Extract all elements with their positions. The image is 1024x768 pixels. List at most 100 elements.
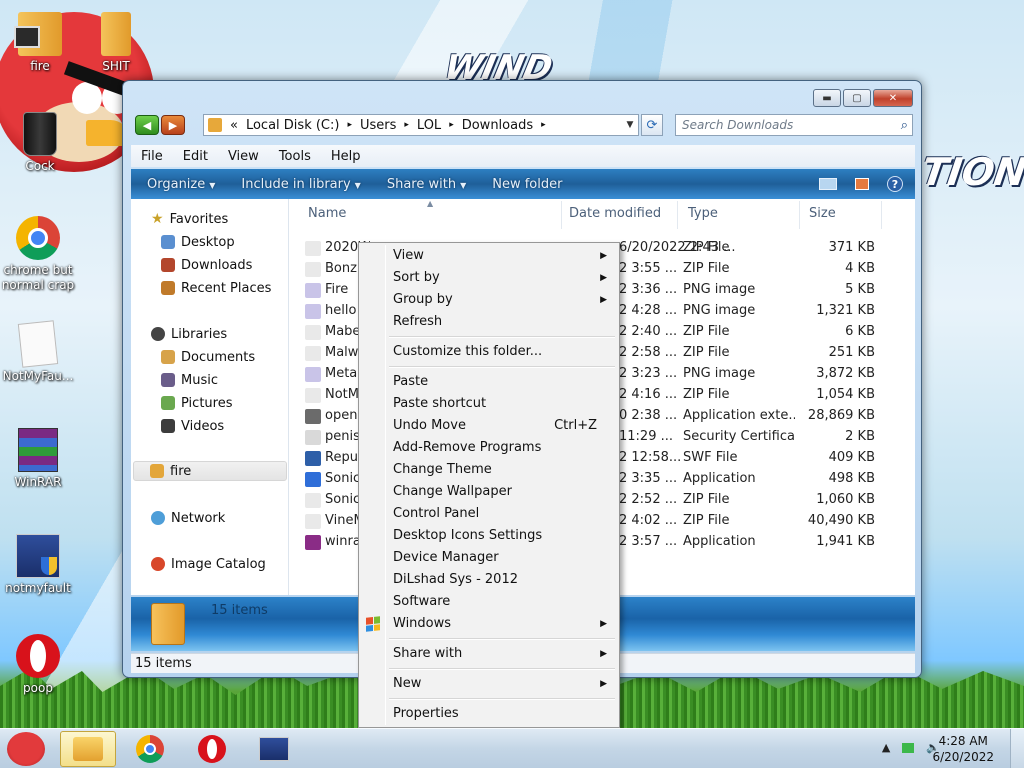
refresh-button[interactable]: ⟳ — [641, 114, 663, 136]
breadcrumb-overflow[interactable]: « — [230, 118, 238, 133]
file-size: 40,490 KB — [807, 513, 875, 528]
menu-item-share-with[interactable]: Share with ▶ — [361, 643, 617, 665]
breadcrumb-sep-icon[interactable]: ▸ — [449, 120, 454, 130]
nav-favorites[interactable]: ★ Favorites — [151, 209, 228, 229]
desktop-icon-notmyfault[interactable]: notmyfault — [0, 534, 78, 596]
menu-item-refresh[interactable]: Refresh — [361, 311, 617, 333]
search-icon[interactable]: ⌕ — [901, 118, 908, 133]
change-view-icon[interactable] — [819, 178, 837, 190]
desktop-icon-chrome[interactable]: chrome but normal crap — [0, 216, 78, 293]
taskbar-app[interactable] — [246, 731, 302, 767]
address-bar[interactable]: « Local Disk (C:) ▸ Users ▸ LOL ▸ Downlo… — [203, 114, 639, 136]
menu-item-sort-by[interactable]: Sort by ▶ — [361, 267, 617, 289]
show-desktop-button[interactable] — [1010, 729, 1024, 768]
documents-icon — [161, 350, 175, 364]
menu-item-change-wallpaper[interactable]: Change Wallpaper — [361, 481, 617, 503]
taskbar-opera[interactable] — [184, 731, 240, 767]
nav-fire[interactable]: fire — [133, 461, 287, 481]
menu-item-windows[interactable]: Windows ▶ — [361, 613, 617, 635]
desktop-icon-label: chrome but normal crap — [1, 263, 75, 292]
file-size: 1,941 KB — [816, 534, 875, 549]
nav-network[interactable]: Network — [151, 508, 225, 528]
minimize-button[interactable]: ▬ — [813, 89, 841, 107]
menu-file[interactable]: File — [131, 149, 173, 164]
menu-item-view[interactable]: View ▶ — [361, 245, 617, 267]
menu-help[interactable]: Help — [321, 149, 371, 164]
menu-item-paste-shortcut[interactable]: Paste shortcut — [361, 393, 617, 415]
include-in-library-button[interactable]: Include in library ▼ — [225, 177, 370, 192]
file-date: 2 3:35 ... — [619, 471, 678, 486]
column-header-type[interactable]: Type — [688, 206, 718, 221]
desktop-icon-notmyfau[interactable]: NotMyFau... — [0, 320, 78, 384]
desktop-icon-winrar[interactable]: WinRAR — [0, 428, 78, 490]
search-input[interactable]: Search Downloads ⌕ — [675, 114, 913, 136]
menu-item-undo-move[interactable]: Undo Move Ctrl+Z — [361, 415, 617, 437]
forward-button[interactable]: ▶ — [161, 115, 185, 135]
menu-item-control-panel[interactable]: Control Panel — [361, 503, 617, 525]
chevron-down-icon[interactable]: ▼ — [622, 120, 638, 130]
clock[interactable]: 4:28 AM 6/20/2022 — [932, 733, 994, 765]
back-button[interactable]: ◀ — [135, 115, 159, 135]
nav-image-catalog[interactable]: Image Catalog — [151, 554, 266, 574]
column-header-date[interactable]: Date modified — [569, 206, 661, 221]
start-button[interactable] — [0, 729, 52, 768]
submenu-arrow-icon: ▶ — [600, 251, 607, 261]
nav-videos[interactable]: Videos — [161, 416, 224, 436]
column-header-size[interactable]: Size — [809, 206, 836, 221]
file-type: Security Certifica... — [683, 429, 795, 444]
desktop-icon — [161, 235, 175, 249]
menu-view[interactable]: View — [218, 149, 269, 164]
search-placeholder: Search Downloads — [682, 118, 794, 132]
sort-arrow-icon: ▲ — [427, 199, 434, 208]
column-header-name[interactable]: Name — [308, 206, 346, 221]
breadcrumb-local-disk[interactable]: Local Disk (C:) — [246, 118, 339, 133]
desktop-icon-label: NotMyFau... — [2, 369, 74, 383]
menu-item-properties[interactable]: Properties — [361, 703, 617, 725]
menu-item-change-theme[interactable]: Change Theme — [361, 459, 617, 481]
file-size: 2 KB — [845, 429, 875, 444]
menu-item-add-remove-programs[interactable]: Add-Remove Programs — [361, 437, 617, 459]
nav-music[interactable]: Music — [161, 370, 218, 390]
organize-button[interactable]: Organize ▼ — [131, 177, 225, 192]
menu-item-software[interactable]: Software — [361, 591, 617, 613]
new-folder-button[interactable]: New folder — [476, 177, 572, 192]
desktop-icon-poop[interactable]: poop — [0, 634, 78, 696]
breadcrumb-users[interactable]: Users — [360, 118, 396, 133]
breadcrumb-sep-icon[interactable]: ▸ — [347, 120, 352, 130]
nav-libraries[interactable]: Libraries — [151, 324, 227, 344]
breadcrumb-downloads[interactable]: Downloads — [462, 118, 533, 133]
menu-edit[interactable]: Edit — [173, 149, 218, 164]
nav-pictures[interactable]: Pictures — [161, 393, 232, 413]
nav-documents[interactable]: Documents — [161, 347, 255, 367]
menu-item-desktop-icons-settings[interactable]: Desktop Icons Settings — [361, 525, 617, 547]
share-with-button[interactable]: Share with ▼ — [371, 177, 476, 192]
menu-item-paste[interactable]: Paste — [361, 371, 617, 393]
file-size: 1,060 KB — [816, 492, 875, 507]
menu-item-customize-this-folder[interactable]: Customize this folder... — [361, 341, 617, 363]
breadcrumb-lol[interactable]: LOL — [417, 118, 441, 133]
nav-downloads[interactable]: Downloads — [161, 255, 252, 275]
nav-recent-places[interactable]: Recent Places — [161, 278, 271, 298]
desktop-icon-cock[interactable]: Cock — [0, 112, 80, 174]
taskbar-chrome[interactable] — [122, 731, 178, 767]
preview-pane-icon[interactable] — [855, 178, 869, 190]
menu-item-dilshad-sys-2012[interactable]: DiLshad Sys - 2012 — [361, 569, 617, 591]
desktop-icon-label: SHIT — [102, 59, 130, 73]
show-hidden-icons-icon[interactable]: ▲ — [882, 741, 890, 754]
menu-item-group-by[interactable]: Group by ▶ — [361, 289, 617, 311]
breadcrumb-sep-icon[interactable]: ▸ — [541, 120, 546, 130]
menu-item-new[interactable]: New ▶ — [361, 673, 617, 695]
nav-desktop[interactable]: Desktop — [161, 232, 235, 252]
action-center-icon[interactable] — [902, 742, 915, 753]
maximize-button[interactable]: ▢ — [843, 89, 871, 107]
menu-separator — [389, 336, 615, 338]
menu-tools[interactable]: Tools — [269, 149, 321, 164]
breadcrumb-sep-icon[interactable]: ▸ — [404, 120, 409, 130]
desktop-icon-fire[interactable]: fire — [0, 12, 80, 74]
desktop-icon-label: WinRAR — [14, 475, 62, 489]
desktop-icon-shit[interactable]: SHIT — [76, 12, 156, 74]
help-icon[interactable]: ? — [887, 176, 903, 192]
close-button[interactable]: ✕ — [873, 89, 913, 107]
taskbar-explorer[interactable] — [60, 731, 116, 767]
menu-item-device-manager[interactable]: Device Manager — [361, 547, 617, 569]
